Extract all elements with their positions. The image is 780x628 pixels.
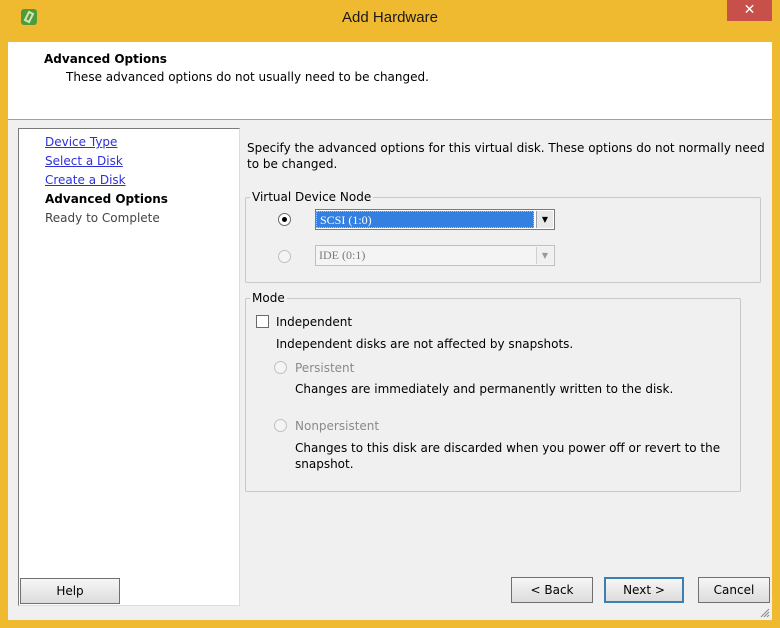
scsi-radio[interactable] (278, 213, 291, 226)
scsi-node-value: SCSI (1:0) (316, 211, 534, 228)
persistent-note: Changes are immediately and permanently … (295, 382, 674, 396)
ide-node-select[interactable]: IDE (0:1) ▼ (315, 245, 555, 266)
page-subtitle: These advanced options do not usually ne… (66, 70, 429, 84)
close-icon: ✕ (743, 2, 756, 18)
wizard-header: Advanced Options These advanced options … (8, 42, 772, 120)
chevron-down-icon: ▼ (536, 211, 553, 228)
persistent-label[interactable]: Persistent (295, 360, 354, 376)
window-title: Add Hardware (342, 9, 438, 26)
title-bar: Add Hardware ✕ (0, 0, 780, 42)
resize-grip-icon[interactable] (760, 608, 770, 618)
step-device-type[interactable]: Device Type (45, 134, 117, 150)
nonpersistent-note: Changes to this disk are discarded when … (295, 441, 721, 471)
step-advanced-options: Advanced Options (45, 192, 168, 206)
independent-checkbox[interactable] (256, 315, 269, 328)
independent-note: Independent disks are not affected by sn… (276, 337, 574, 351)
dialog-window: Advanced Options These advanced options … (8, 42, 772, 620)
description-text: Specify the advanced options for this vi… (247, 141, 765, 171)
virtual-device-node-label: Virtual Device Node (250, 190, 374, 204)
persistent-radio[interactable] (274, 361, 287, 374)
ide-node-value: IDE (0:1) (319, 248, 366, 262)
mode-label: Mode (250, 291, 287, 305)
steps-panel: Device Type Select a Disk Create a Disk … (18, 128, 240, 606)
nonpersistent-label[interactable]: Nonpersistent (295, 418, 379, 434)
step-select-a-disk[interactable]: Select a Disk (45, 153, 123, 169)
back-button[interactable]: < Back (511, 577, 593, 603)
page-title: Advanced Options (44, 52, 167, 66)
close-button[interactable]: ✕ (727, 0, 772, 21)
step-create-a-disk[interactable]: Create a Disk (45, 172, 126, 188)
step-ready-to-complete: Ready to Complete (45, 211, 160, 225)
scsi-node-select[interactable]: SCSI (1:0) ▼ (315, 209, 555, 230)
next-button[interactable]: Next > (604, 577, 684, 603)
nonpersistent-radio[interactable] (274, 419, 287, 432)
independent-label[interactable]: Independent (276, 314, 352, 330)
help-button[interactable]: Help (20, 578, 120, 604)
ide-radio[interactable] (278, 250, 291, 263)
chevron-down-icon: ▼ (536, 247, 553, 264)
cancel-button[interactable]: Cancel (698, 577, 770, 603)
